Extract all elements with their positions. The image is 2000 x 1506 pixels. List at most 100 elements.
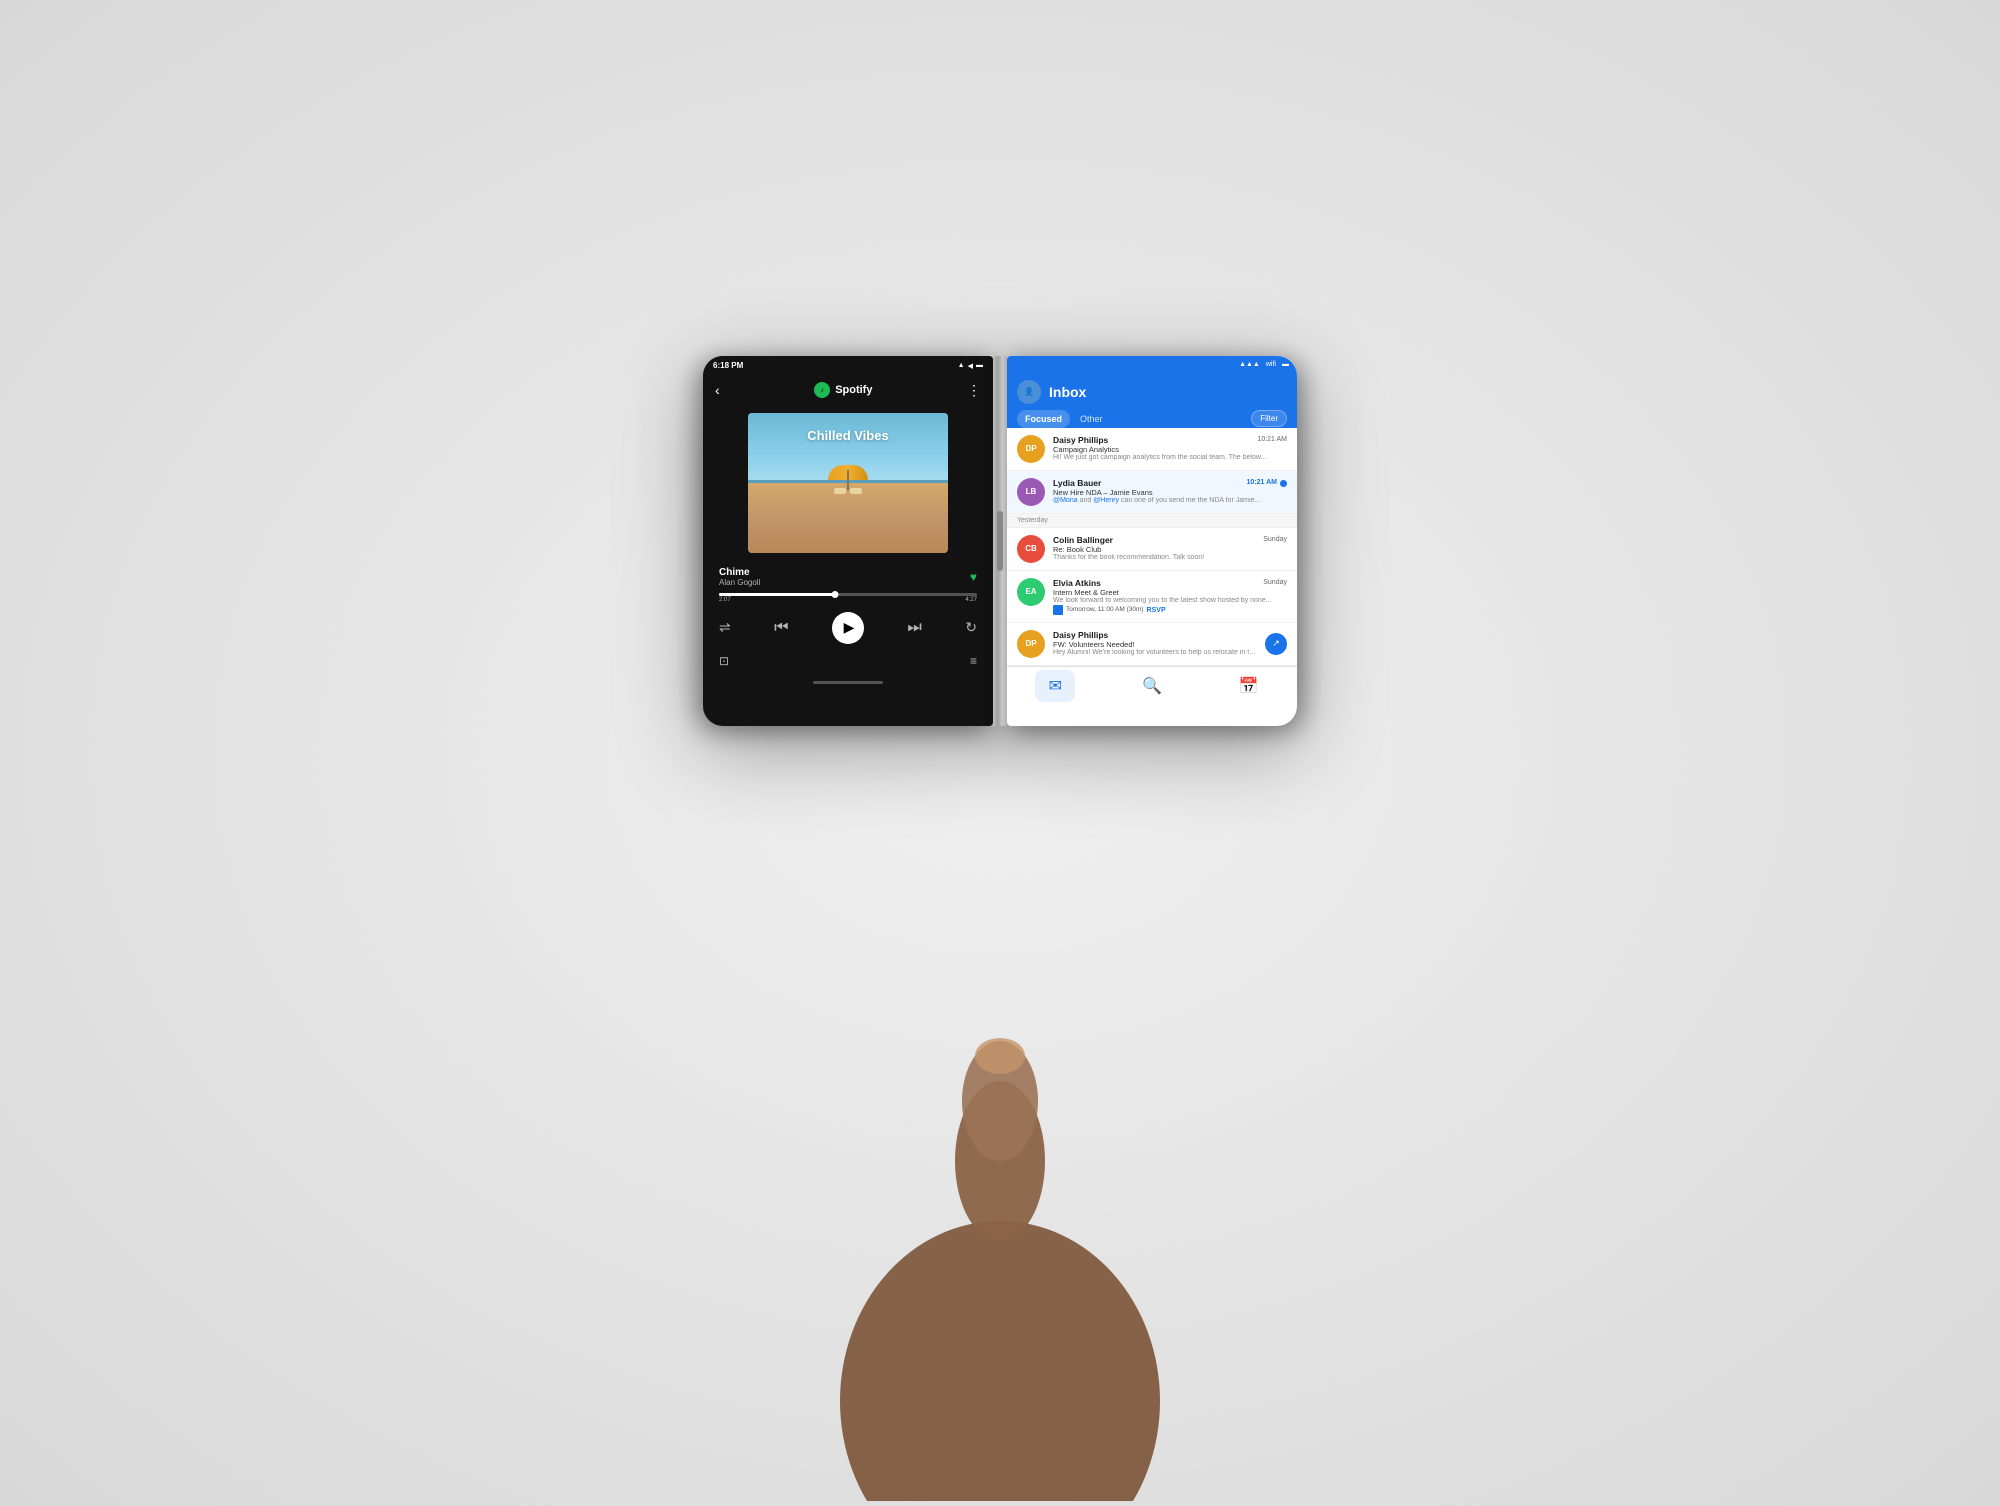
email-time-daisy-1: 10:21 AM [1257, 436, 1287, 443]
email-time-elvia: Sunday [1263, 579, 1287, 586]
wifi-right-icon: wifi [1266, 361, 1276, 368]
email-avatar-colin: CB [1017, 535, 1045, 563]
inbox-title: Inbox [1049, 384, 1287, 400]
queue-icon[interactable]: ≡ [970, 654, 977, 668]
email-subject-elvia: Intern Meet & Greet [1053, 588, 1287, 597]
event-time-elvia: Tomorrow, 11:00 AM (30m) [1066, 606, 1144, 613]
wifi-icon: ▲ [958, 362, 965, 369]
hinge-detail [997, 511, 1003, 571]
home-indicator [703, 674, 993, 692]
email-list: DP Daisy Phillips 10:21 AM Campaign Anal… [1007, 428, 1297, 666]
outlook-header: 👤 Inbox [1007, 374, 1297, 410]
email-avatar-daisy-1: DP [1017, 435, 1045, 463]
forward-fab-button[interactable]: ↗ [1265, 633, 1287, 655]
play-pause-button[interactable]: ▶ [832, 612, 864, 644]
battery-right-icon: ▬ [1282, 361, 1289, 368]
email-avatar-lydia: LB [1017, 478, 1045, 506]
email-time-lydia: 10:21 AM [1247, 479, 1277, 486]
email-content-lydia: Lydia Bauer 10:21 AM New Hire NDA – Jami… [1053, 478, 1287, 506]
email-preview-elvia: We look forward to welcoming you to the … [1053, 597, 1287, 604]
event-row-elvia: Tomorrow, 11:00 AM (30m) RSVP [1053, 605, 1287, 615]
signal-strength-icon: ▲▲▲ [1239, 361, 1260, 368]
email-item-daisy-2[interactable]: DP Daisy Phillips FW: Volunteers Needed!… [1007, 623, 1297, 666]
shuffle-button[interactable]: ⇌ [719, 619, 731, 636]
nav-calendar[interactable]: 📅 [1229, 670, 1269, 702]
progress-thumb[interactable] [832, 591, 839, 598]
email-subject-lydia: New Hire NDA – Jamie Evans [1053, 488, 1287, 497]
email-item-elvia[interactable]: EA Elvia Atkins Sunday Intern Meet & Gre… [1007, 571, 1297, 623]
right-screen-outlook: ▲▲▲ wifi ▬ 👤 Inbox Focused [1007, 356, 1297, 726]
home-bar [813, 681, 883, 684]
time-total: 4:27 [965, 597, 977, 603]
chairs-decoration [834, 488, 862, 494]
email-preview-colin: Thanks for the book recommendation. Talk… [1053, 554, 1287, 561]
rsvp-badge[interactable]: RSVP [1147, 607, 1166, 614]
spotify-bottom-bar: ⊡ ≡ [703, 650, 993, 674]
battery-icon: ▬ [976, 362, 983, 369]
song-title: Chime [719, 567, 760, 578]
left-screen-spotify: 6:18 PM ▲ ◀ ▬ ‹ ♪ Spotify [703, 356, 993, 726]
play-icon: ▶ [844, 619, 855, 636]
next-button[interactable]: ⏭ [907, 619, 921, 637]
email-header-daisy-1: Daisy Phillips 10:21 AM [1053, 435, 1287, 445]
email-subject-colin: Re: Book Club [1053, 545, 1287, 554]
song-artist: Alan Gogoll [719, 578, 760, 587]
spotify-status-time: 6:18 PM [713, 361, 743, 370]
nav-search[interactable]: 🔍 [1132, 670, 1172, 702]
email-content-daisy-1: Daisy Phillips 10:21 AM Campaign Analyti… [1053, 435, 1287, 463]
spotify-app-name: Spotify [835, 384, 872, 396]
spotify-status-bar: 6:18 PM ▲ ◀ ▬ [703, 356, 993, 376]
time-elapsed: 2:07 [719, 597, 731, 603]
devices-icon[interactable]: ⊡ [719, 654, 729, 668]
progress-bar[interactable] [719, 593, 977, 596]
album-art-container: Chilled Vibes [703, 405, 993, 561]
spotify-logo-circle: ♪ [814, 382, 830, 398]
repeat-button[interactable]: ↻ [965, 619, 977, 636]
inbox-tabs: Focused Other Filter [1007, 410, 1297, 428]
user-avatar[interactable]: 👤 [1017, 380, 1041, 404]
spotify-logo: ♪ Spotify [814, 382, 872, 398]
email-content-elvia: Elvia Atkins Sunday Intern Meet & Greet … [1053, 578, 1287, 615]
time-row: 2:07 4:27 [719, 596, 977, 604]
email-header-daisy-2: Daisy Phillips [1053, 630, 1257, 640]
email-subject-daisy-1: Campaign Analytics [1053, 445, 1287, 454]
nav-mail[interactable]: ✉ [1035, 670, 1075, 702]
spotify-status-icons: ▲ ◀ ▬ [958, 362, 983, 370]
mention-henry: @Henry [1093, 497, 1119, 504]
email-preview-daisy-2: Hey Alumni! We're looking for volunteers… [1053, 649, 1257, 656]
email-item-lydia[interactable]: LB Lydia Bauer 10:21 AM New Hire NDA – J… [1007, 471, 1297, 514]
playback-controls: ⇌ ⏮ ▶ ⏭ ↻ [703, 606, 993, 650]
email-header-colin: Colin Ballinger Sunday [1053, 535, 1287, 545]
email-preview-lydia: @Mona and @Henry can one of you send me … [1053, 497, 1287, 504]
tab-focused[interactable]: Focused [1017, 410, 1070, 428]
section-yesterday: Yesterday [1007, 514, 1297, 528]
more-options-icon[interactable]: ⋮ [967, 382, 981, 399]
email-sender-colin: Colin Ballinger [1053, 535, 1113, 545]
song-info: Chime Alan Gogoll ♥ [703, 561, 993, 591]
outlook-bottom-nav: ✉ 🔍 📅 [1007, 666, 1297, 706]
progress-area[interactable]: 2:07 4:27 [703, 591, 993, 606]
forward-icon: ↗ [1272, 638, 1280, 649]
album-title: Chilled Vibes [748, 428, 948, 443]
dual-screen-device: 6:18 PM ▲ ◀ ▬ ‹ ♪ Spotify [703, 356, 1297, 726]
hand-background [800, 901, 1200, 1501]
calendar-event-icon [1053, 605, 1063, 615]
email-time-colin: Sunday [1263, 536, 1287, 543]
email-sender-lydia: Lydia Bauer [1053, 478, 1101, 488]
back-icon[interactable]: ‹ [715, 382, 720, 398]
email-content-daisy-2: Daisy Phillips FW: Volunteers Needed! He… [1053, 630, 1257, 658]
tab-other[interactable]: Other [1072, 410, 1111, 428]
email-avatar-daisy-2: DP [1017, 630, 1045, 658]
device-hinge [993, 356, 1007, 726]
email-header-lydia: Lydia Bauer 10:21 AM [1053, 478, 1287, 488]
song-details: Chime Alan Gogoll [719, 567, 760, 587]
calendar-nav-icon: 📅 [1239, 676, 1259, 696]
email-header-elvia: Elvia Atkins Sunday [1053, 578, 1287, 588]
email-sender-elvia: Elvia Atkins [1053, 578, 1101, 588]
email-item-colin[interactable]: CB Colin Ballinger Sunday Re: Book Club … [1007, 528, 1297, 571]
heart-icon[interactable]: ♥ [970, 570, 977, 584]
previous-button[interactable]: ⏮ [774, 619, 788, 637]
email-item-daisy-1[interactable]: DP Daisy Phillips 10:21 AM Campaign Anal… [1007, 428, 1297, 471]
filter-button[interactable]: Filter [1251, 410, 1287, 427]
email-preview-daisy-1: Hi! We just got campaign analytics from … [1053, 454, 1287, 461]
